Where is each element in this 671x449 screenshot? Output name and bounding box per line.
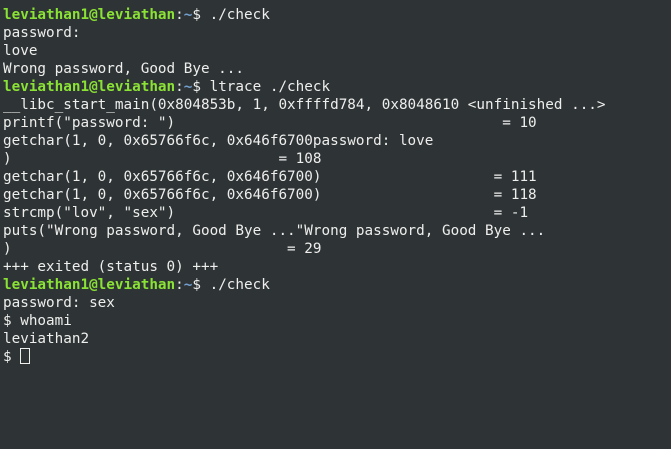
output-line: printf("password: ") = 10 [3, 115, 537, 131]
prompt-separator: : [175, 7, 184, 23]
output-line: Wrong password, Good Bye ... [3, 61, 245, 77]
output-line: getchar(1, 0, 0x65766f6c, 0x646f6700) = … [3, 187, 537, 203]
prompt-user: leviathan1@leviathan [3, 277, 176, 293]
prompt-separator: : [175, 277, 184, 293]
output-line: ) = 29 [3, 241, 322, 257]
output-line: ) = 108 [3, 151, 322, 167]
prompt-dollar: $ [192, 7, 210, 23]
prompt-command: ./check [209, 7, 270, 23]
prompt-line: leviathan1@leviathan:~$ ltrace ./check [3, 78, 671, 96]
output-line: $ whoami [3, 313, 72, 329]
text-cursor[interactable] [20, 348, 31, 364]
prompt-command: ./check [209, 277, 270, 293]
prompt-user: leviathan1@leviathan [3, 79, 176, 95]
output-line: +++ exited (status 0) +++ [3, 259, 219, 275]
output-line: puts("Wrong password, Good Bye ..."Wrong… [3, 223, 546, 239]
output-line: __libc_start_main(0x804853b, 1, 0xffffd7… [3, 97, 606, 113]
output-line: strcmp("lov", "sex") = -1 [3, 205, 529, 221]
prompt-separator: : [175, 79, 184, 95]
output-line: password: sex [3, 295, 115, 311]
output-line: love [3, 43, 38, 59]
output-line: leviathan2 [3, 331, 90, 347]
output-line: getchar(1, 0, 0x65766f6c, 0x646f6700) = … [3, 169, 537, 185]
shell-prompt: $ [3, 349, 21, 365]
output-line: getchar(1, 0, 0x65766f6c, 0x646f6700pass… [3, 133, 434, 149]
prompt-command: ltrace ./check [209, 79, 331, 95]
output-line: password: [3, 25, 81, 41]
prompt-dollar: $ [192, 277, 210, 293]
prompt-line: leviathan1@leviathan:~$ ./check [3, 6, 671, 24]
prompt-dollar: $ [192, 79, 210, 95]
input-line[interactable]: $ [3, 348, 671, 366]
prompt-line: leviathan1@leviathan:~$ ./check [3, 276, 671, 294]
prompt-user: leviathan1@leviathan [3, 7, 176, 23]
terminal-window[interactable]: leviathan1@leviathan:~$ ./check password… [0, 0, 671, 449]
